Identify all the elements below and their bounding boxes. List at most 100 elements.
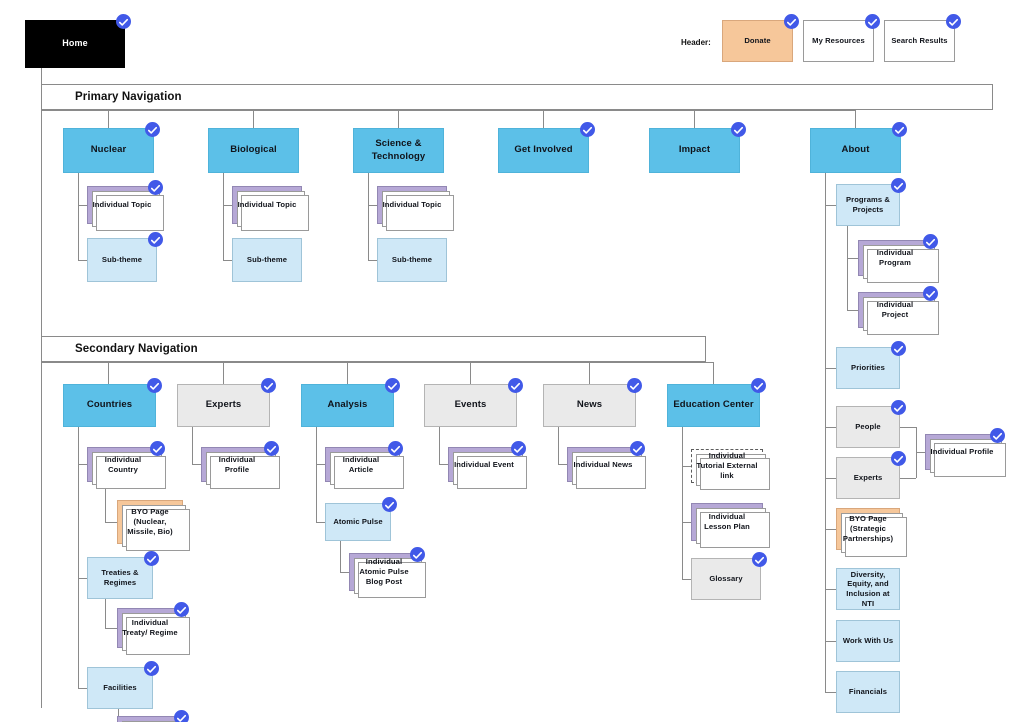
node-analysis-atomic-pulse[interactable]: Atomic Pulse: [325, 497, 397, 541]
node-science-sub-theme[interactable]: Sub-theme: [377, 238, 447, 282]
node-label: Nuclear: [90, 144, 127, 156]
reviewed-check-icon: [891, 341, 906, 356]
node-secondary-events[interactable]: Events: [424, 378, 523, 427]
node-education-glossary[interactable]: Glossary: [691, 552, 767, 600]
reviewed-check-icon: [891, 451, 906, 466]
node-home[interactable]: Home: [25, 14, 131, 68]
node-biological-sub-theme[interactable]: Sub-theme: [232, 238, 302, 282]
node-about-programs-projects[interactable]: Programs & Projects: [836, 178, 906, 226]
node-secondary-countries[interactable]: Countries: [63, 378, 162, 427]
reviewed-check-icon: [990, 428, 1005, 443]
reviewed-check-icon: [388, 441, 403, 456]
connector-science-spine: [368, 173, 369, 261]
node-education-individual-tutorial-external-link[interactable]: Individual Tutorial External link: [691, 449, 763, 483]
node-label: Individual Program: [876, 248, 914, 267]
node-about-diversity-equity-inclusion[interactable]: Diversity, Equity, and Inclusion at NTI: [836, 568, 900, 610]
connector-drop-science: [398, 110, 399, 128]
node-education-individual-lesson-plan[interactable]: Individual Lesson Plan: [691, 503, 763, 541]
node-about-individual-profile[interactable]: Individual Profile: [925, 428, 1005, 470]
header-item-search-results[interactable]: Search Results: [884, 14, 961, 62]
node-secondary-education-center[interactable]: Education Center: [667, 378, 766, 427]
connector-countries-spine: [78, 427, 79, 688]
node-primary-science-technology[interactable]: Science & Technology: [353, 128, 444, 173]
reviewed-check-icon: [144, 661, 159, 676]
node-countries-facilities[interactable]: Facilities: [87, 661, 159, 709]
node-label: Individual Topic: [92, 200, 152, 210]
connector-about-work-with-us: [825, 641, 836, 642]
node-analysis-individual-article[interactable]: Individual Article: [325, 441, 403, 482]
node-experts-individual-profile[interactable]: Individual Profile: [201, 441, 279, 482]
connector-news-spine: [558, 427, 559, 464]
node-science-individual-topic[interactable]: Individual Topic: [377, 186, 447, 224]
node-about-work-with-us[interactable]: Work With Us: [836, 620, 900, 662]
node-about-individual-program[interactable]: Individual Program: [858, 234, 938, 276]
node-secondary-analysis[interactable]: Analysis: [301, 378, 400, 427]
node-cutoff-bottom[interactable]: [117, 710, 189, 722]
node-label: Individual Treaty/ Regime: [122, 618, 178, 637]
node-secondary-experts[interactable]: Experts: [177, 378, 276, 427]
header-item-label: Donate: [744, 36, 771, 46]
reviewed-check-icon: [511, 441, 526, 456]
node-label: People: [855, 422, 881, 432]
node-nuclear-individual-topic[interactable]: Individual Topic: [87, 180, 163, 224]
connector-experts-to-profile: [900, 478, 916, 479]
connector-education-tutorial: [682, 466, 691, 467]
reviewed-check-icon: [147, 378, 162, 393]
connector-individual-treaty: [105, 628, 117, 629]
band-label: Secondary Navigation: [75, 343, 198, 355]
node-about-priorities[interactable]: Priorities: [836, 341, 906, 389]
node-countries-treaties-regimes[interactable]: Treaties & Regimes: [87, 551, 159, 599]
connector-biological-spine: [223, 173, 224, 261]
node-nuclear-sub-theme[interactable]: Sub-theme: [87, 232, 163, 282]
connector-profile-stem: [916, 452, 925, 453]
node-primary-biological[interactable]: Biological: [208, 128, 299, 173]
node-about-people[interactable]: People: [836, 400, 906, 448]
connector-countries-individual: [78, 464, 87, 465]
connector-about-experts: [825, 478, 836, 479]
reviewed-check-icon: [264, 441, 279, 456]
node-biological-individual-topic[interactable]: Individual Topic: [232, 186, 302, 224]
connector-biological-topic: [223, 205, 232, 206]
node-primary-nuclear[interactable]: Nuclear: [63, 122, 160, 173]
connector-nuclear-spine: [78, 173, 79, 261]
node-label: Individual News: [573, 459, 633, 469]
header-row-label: Header:: [681, 38, 711, 47]
node-countries-individual-country[interactable]: Individual Country: [87, 441, 165, 482]
connector-analysis-spine: [316, 427, 317, 523]
reviewed-check-icon: [891, 400, 906, 415]
node-label: Impact: [678, 144, 711, 156]
header-item-donate[interactable]: Donate: [722, 14, 799, 62]
connector-atomic-pulse-spine: [340, 541, 341, 572]
node-label: Events: [454, 399, 487, 411]
node-countries-byo-page[interactable]: BYO Page (Nuclear, Missile, Bio): [117, 500, 183, 544]
header-item-label: Search Results: [891, 36, 948, 46]
node-news-individual-news[interactable]: Individual News: [567, 441, 645, 482]
node-label: BYO Page (Strategic Partnerships): [842, 514, 894, 543]
connector-about-spine: [825, 173, 826, 693]
node-label: Individual Topic: [237, 200, 297, 210]
node-about-byo-page-strategic-partnerships[interactable]: BYO Page (Strategic Partnerships): [836, 508, 900, 550]
reviewed-check-icon: [174, 710, 189, 722]
node-about-financials[interactable]: Financials: [836, 671, 900, 713]
node-primary-get-involved[interactable]: Get Involved: [498, 122, 595, 173]
reviewed-check-icon: [627, 378, 642, 393]
header-item-my-resources[interactable]: My Resources: [803, 14, 880, 62]
node-primary-about[interactable]: About: [810, 122, 907, 173]
node-about-individual-project[interactable]: Individual Project: [858, 286, 938, 328]
reviewed-check-icon: [946, 14, 961, 29]
sitemap-canvas: Header: Donate My Resources Search Resul…: [0, 0, 1024, 722]
node-secondary-news[interactable]: News: [543, 378, 642, 427]
node-label: Sub-theme: [101, 255, 143, 265]
node-events-individual-event[interactable]: Individual Event: [448, 441, 526, 482]
connector-events-individual: [439, 464, 448, 465]
reviewed-check-icon: [261, 378, 276, 393]
connector-people-to-profile: [900, 427, 916, 428]
reviewed-check-icon: [751, 378, 766, 393]
node-primary-impact[interactable]: Impact: [649, 122, 746, 173]
node-analysis-individual-atomic-pulse-blog-post[interactable]: Individual Atomic Pulse Blog Post: [349, 547, 425, 591]
node-label: Experts: [853, 473, 883, 483]
connector-education-lesson-plan: [682, 522, 691, 523]
node-countries-individual-treaty-regime[interactable]: Individual Treaty/ Regime: [117, 602, 189, 648]
node-about-experts[interactable]: Experts: [836, 451, 906, 499]
reviewed-check-icon: [752, 552, 767, 567]
